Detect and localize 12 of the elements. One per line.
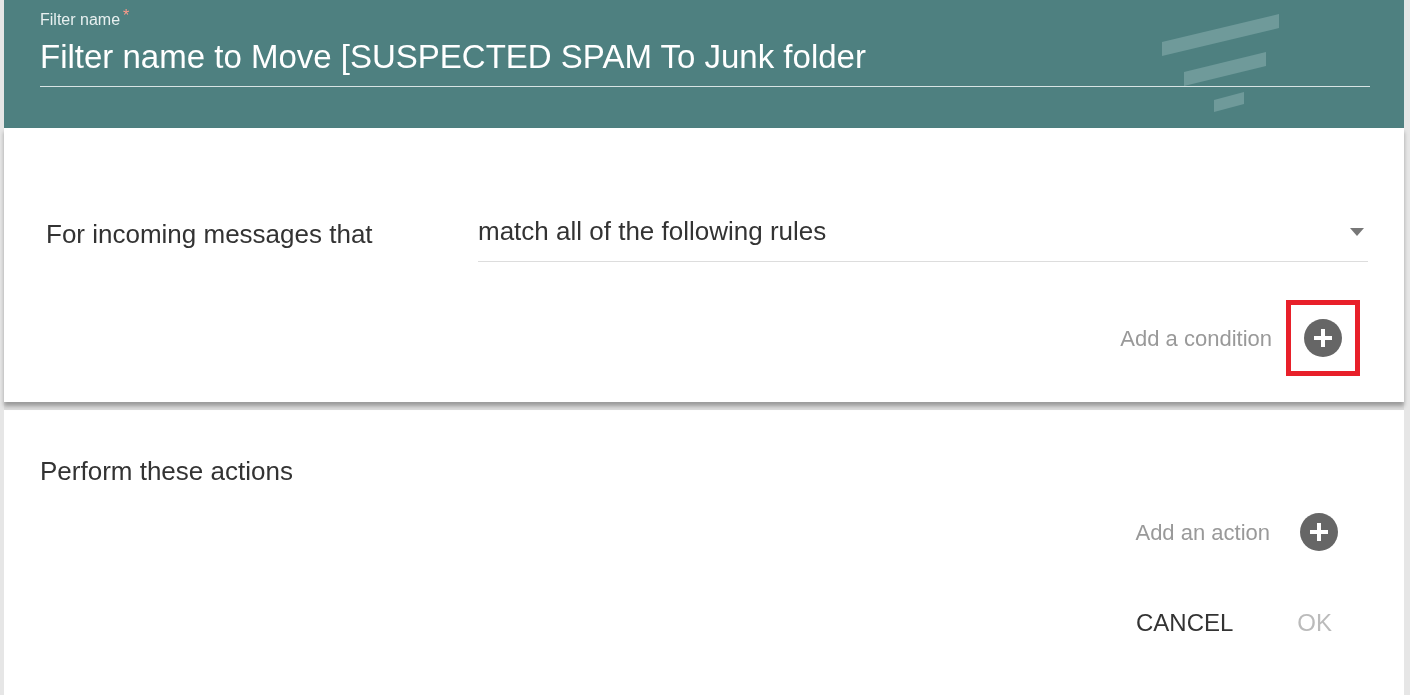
required-mark: * <box>123 8 130 24</box>
match-dropdown[interactable]: match all of the following rules <box>478 206 1368 262</box>
add-icon[interactable] <box>1300 513 1338 551</box>
dialog-button[interactable]: CANCEL <box>1123 601 1246 645</box>
field-label: Filter name <box>40 10 121 30</box>
add-action-label[interactable]: Add an action <box>1135 515 1270 549</box>
add-condition-label[interactable]: Add a condition <box>1120 321 1272 355</box>
filter-name-field[interactable]: Filter name to Move [SUSPECTED SPAM To Junk folder <box>40 32 1370 87</box>
add-icon[interactable] <box>1304 319 1342 357</box>
condition-label: For incoming messages that <box>46 217 374 251</box>
caret-icon <box>1350 227 1364 236</box>
actions-title: Perform these actions <box>39 455 294 488</box>
